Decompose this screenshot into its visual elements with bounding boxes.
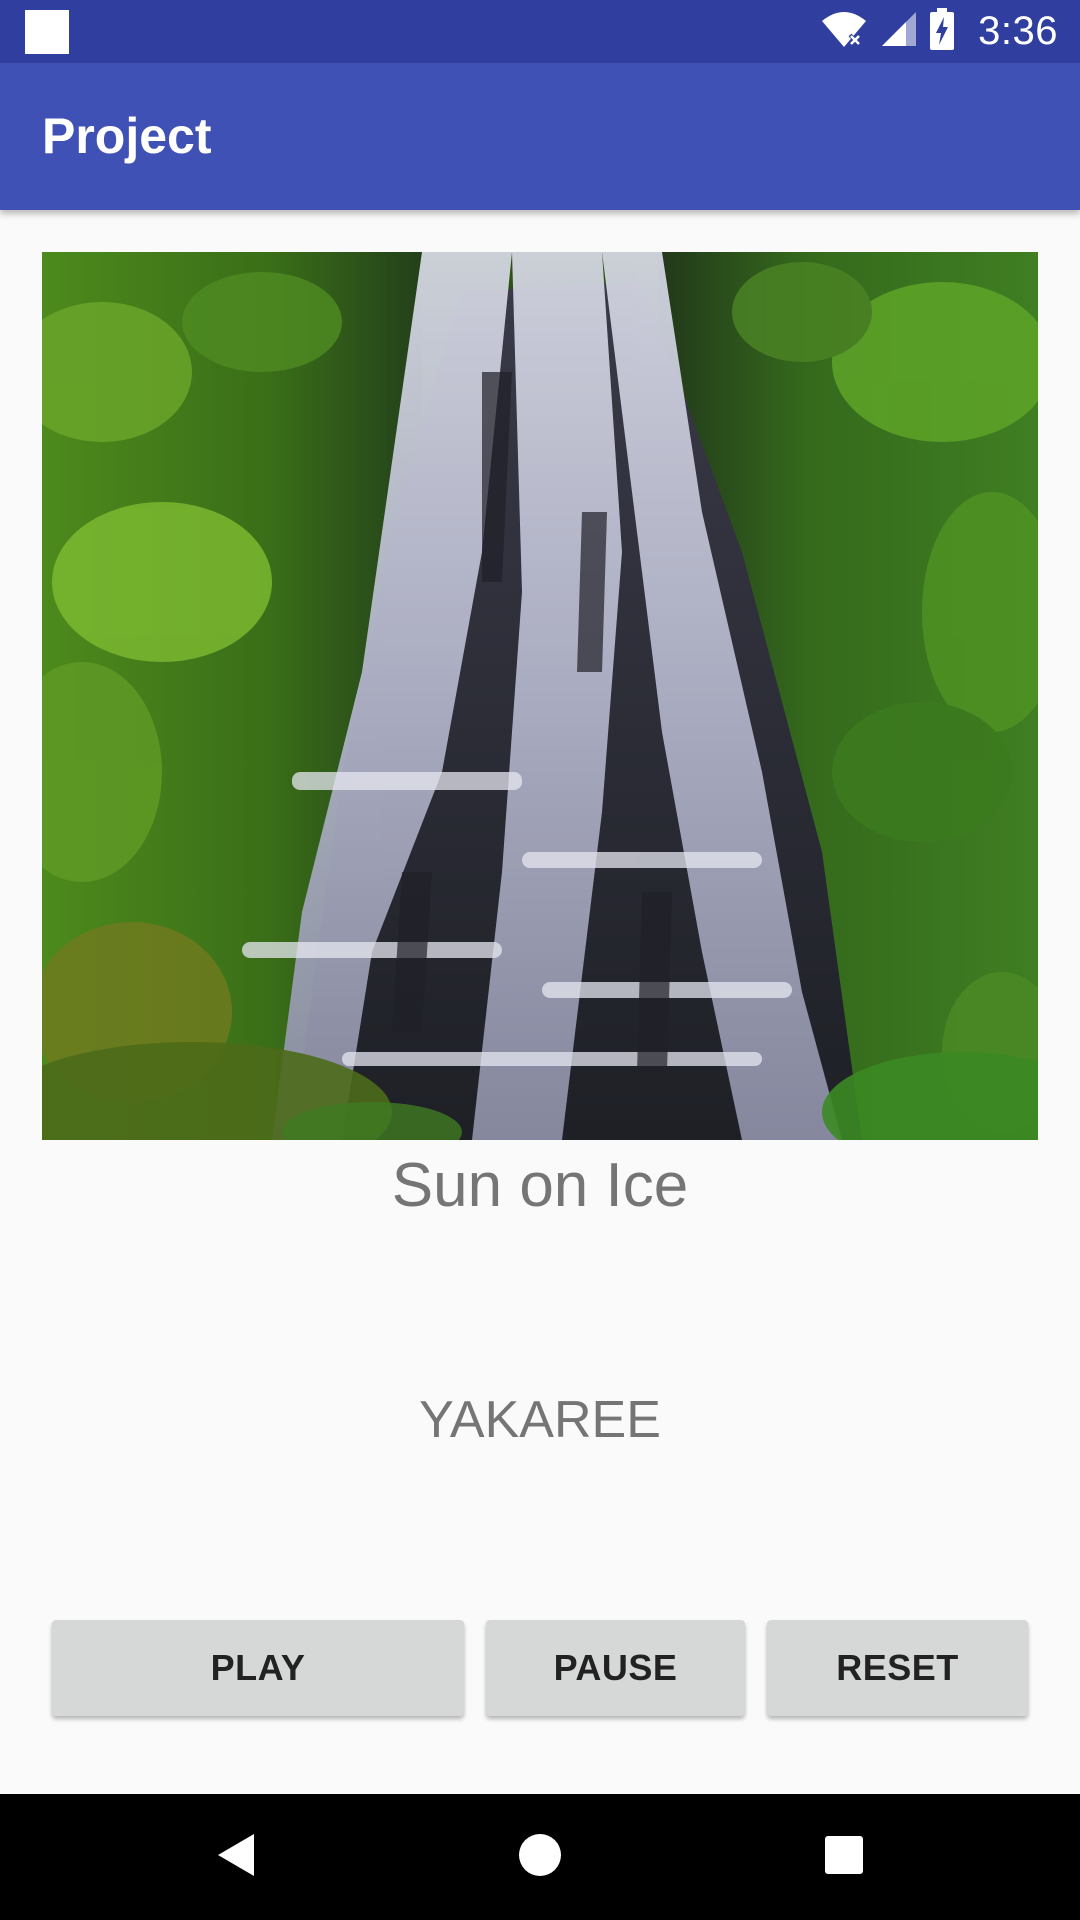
artist-name: YAKAREE bbox=[419, 1391, 661, 1449]
pause-button[interactable]: PAUSE bbox=[486, 1620, 745, 1716]
reset-button[interactable]: RESET bbox=[767, 1620, 1028, 1716]
app-bar: Project bbox=[0, 63, 1080, 210]
back-button[interactable] bbox=[166, 1794, 306, 1920]
navigation-bar bbox=[0, 1794, 1080, 1920]
status-bar: 3:36 bbox=[0, 0, 1080, 63]
play-button[interactable]: PLAY bbox=[52, 1620, 464, 1716]
wifi-icon bbox=[820, 9, 868, 54]
battery-charging-icon bbox=[930, 8, 955, 55]
recents-button[interactable] bbox=[774, 1794, 914, 1920]
screen: 3:36 Project Sun on Ice YAKAREE PLAY PAU… bbox=[0, 0, 1080, 1920]
home-button[interactable] bbox=[470, 1794, 610, 1920]
status-time: 3:36 bbox=[978, 9, 1058, 53]
waterfall-image bbox=[42, 252, 1038, 1140]
cellular-signal-icon bbox=[880, 10, 918, 53]
home-icon bbox=[518, 1833, 562, 1882]
status-icons: 3:36 bbox=[820, 0, 1058, 63]
notification-square-icon bbox=[25, 10, 69, 54]
app-title: Project bbox=[42, 108, 212, 164]
recents-icon bbox=[824, 1835, 864, 1880]
song-title: Sun on Ice bbox=[391, 1151, 689, 1220]
back-icon bbox=[216, 1832, 256, 1883]
